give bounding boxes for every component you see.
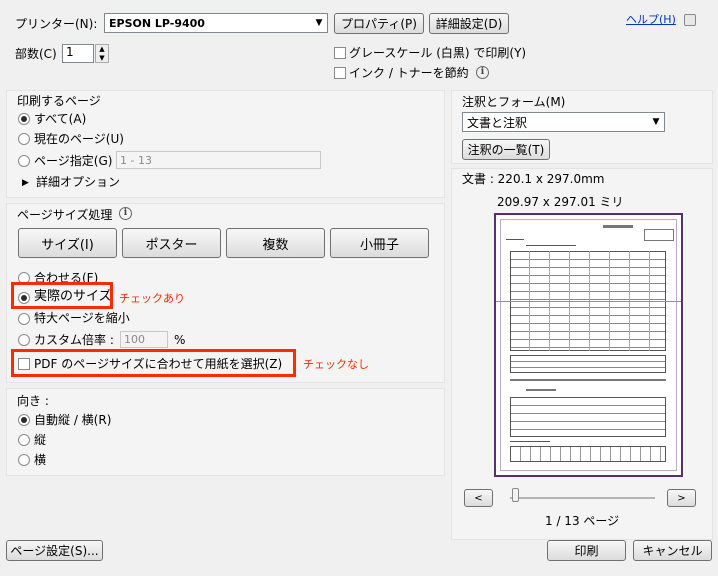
preview-table-lower bbox=[510, 397, 666, 437]
preview-line bbox=[510, 379, 666, 381]
radio-custom-scale[interactable] bbox=[18, 334, 30, 346]
chevron-down-icon: ▼ bbox=[652, 117, 660, 127]
radio-pages-label: ページ指定(G) bbox=[34, 154, 113, 168]
copies-label: 部数(C) : bbox=[15, 47, 65, 61]
help-link[interactable]: ヘルプ(H) bbox=[626, 13, 676, 27]
copies-input[interactable]: 1 bbox=[62, 44, 94, 63]
pages-range-input[interactable]: 1 - 13 bbox=[116, 151, 321, 169]
save-ink-checkbox[interactable] bbox=[334, 67, 346, 79]
radio-current-label: 現在のページ(U) bbox=[34, 132, 124, 146]
page-slider-thumb[interactable] bbox=[512, 488, 519, 502]
preview-stamp-box bbox=[644, 229, 674, 241]
summarize-comments-button[interactable]: 注釈の一覧(T) bbox=[462, 139, 550, 160]
info-icon[interactable]: i bbox=[476, 66, 489, 79]
tab-poster[interactable]: ポスター bbox=[122, 228, 221, 258]
preview-line bbox=[510, 441, 550, 442]
percent-label: % bbox=[174, 333, 186, 347]
advanced-button[interactable]: 詳細設定(D) bbox=[429, 13, 509, 34]
doc-size-label: 文書 : 220.1 x 297.0mm bbox=[462, 172, 605, 186]
page-setup-button[interactable]: ページ設定(S)... bbox=[6, 540, 103, 561]
radio-custom-scale-label: カスタム倍率 : bbox=[34, 333, 114, 347]
radio-all-label: すべて(A) bbox=[34, 112, 87, 126]
help-icon[interactable] bbox=[684, 14, 696, 26]
printer-select[interactable]: EPSON LP-9400 ▼ bbox=[104, 13, 328, 33]
comments-forms-title: 注釈とフォーム(M) bbox=[462, 95, 566, 109]
paper-size-label: 209.97 x 297.01 ミリ bbox=[497, 195, 624, 209]
chevron-down-icon: ▼ bbox=[315, 18, 323, 28]
radio-landscape-label: 横 bbox=[34, 453, 47, 467]
printer-value: EPSON LP-9400 bbox=[109, 16, 205, 30]
orientation-panel bbox=[6, 388, 445, 476]
orientation-title: 向き : bbox=[17, 394, 49, 408]
tab-size[interactable]: サイズ(I) bbox=[18, 228, 117, 258]
grayscale-checkbox[interactable] bbox=[334, 47, 346, 59]
preview-fold-line bbox=[496, 301, 681, 302]
highlight-box-choose-paper bbox=[11, 349, 296, 377]
properties-button[interactable]: プロパティ(P) bbox=[334, 13, 424, 34]
radio-portrait[interactable] bbox=[18, 434, 30, 446]
radio-portrait-label: 縦 bbox=[34, 433, 47, 447]
preview-table-mid bbox=[510, 355, 666, 373]
highlight-box-actual-size bbox=[11, 282, 113, 309]
next-page-button[interactable]: > bbox=[667, 489, 696, 507]
preview-line bbox=[526, 245, 576, 246]
comments-forms-value: 文書と注釈 bbox=[467, 115, 528, 130]
preview-line bbox=[506, 239, 524, 240]
radio-landscape[interactable] bbox=[18, 454, 30, 466]
preview-line bbox=[526, 389, 556, 391]
page-indicator: 1 / 13 ページ bbox=[545, 514, 620, 528]
preview-doc-title bbox=[603, 225, 633, 228]
custom-scale-input[interactable]: 100 bbox=[120, 331, 168, 348]
radio-shrink-label: 特大ページを縮小 bbox=[34, 311, 130, 325]
cancel-button[interactable]: キャンセル bbox=[633, 540, 712, 561]
info-icon[interactable]: i bbox=[119, 207, 132, 220]
radio-shrink[interactable] bbox=[18, 313, 30, 325]
expand-triangle-icon[interactable]: ▶ bbox=[22, 176, 29, 190]
tab-multiple[interactable]: 複数 bbox=[226, 228, 325, 258]
page-slider-track[interactable] bbox=[510, 497, 655, 499]
unchecked-annotation: チェックなし bbox=[303, 358, 369, 371]
radio-all[interactable] bbox=[18, 113, 30, 125]
save-ink-label: インク / トナーを節約 bbox=[349, 66, 469, 80]
print-button[interactable]: 印刷 bbox=[547, 540, 626, 561]
page-sizing-title: ページサイズ処理 bbox=[17, 208, 113, 222]
preview-table-bottom bbox=[510, 446, 666, 462]
prev-page-button[interactable]: < bbox=[464, 489, 493, 507]
printer-label: プリンター(N): bbox=[15, 17, 98, 31]
tab-booklet[interactable]: 小冊子 bbox=[330, 228, 429, 258]
grayscale-label: グレースケール (白黒) で印刷(Y) bbox=[349, 46, 527, 60]
pages-to-print-title: 印刷するページ bbox=[17, 94, 101, 108]
comments-forms-select[interactable]: 文書と注釈 ▼ bbox=[462, 112, 665, 132]
radio-current-page[interactable] bbox=[18, 133, 30, 145]
radio-pages[interactable] bbox=[18, 155, 30, 167]
copies-stepper[interactable]: ▲ ▼ bbox=[95, 44, 109, 63]
page-preview bbox=[494, 213, 683, 477]
more-options-link[interactable]: 詳細オプション bbox=[36, 175, 120, 189]
checked-annotation: チェックあり bbox=[119, 292, 185, 305]
radio-auto-orientation[interactable] bbox=[18, 414, 30, 426]
radio-auto-label: 自動縦 / 横(R) bbox=[34, 413, 112, 427]
